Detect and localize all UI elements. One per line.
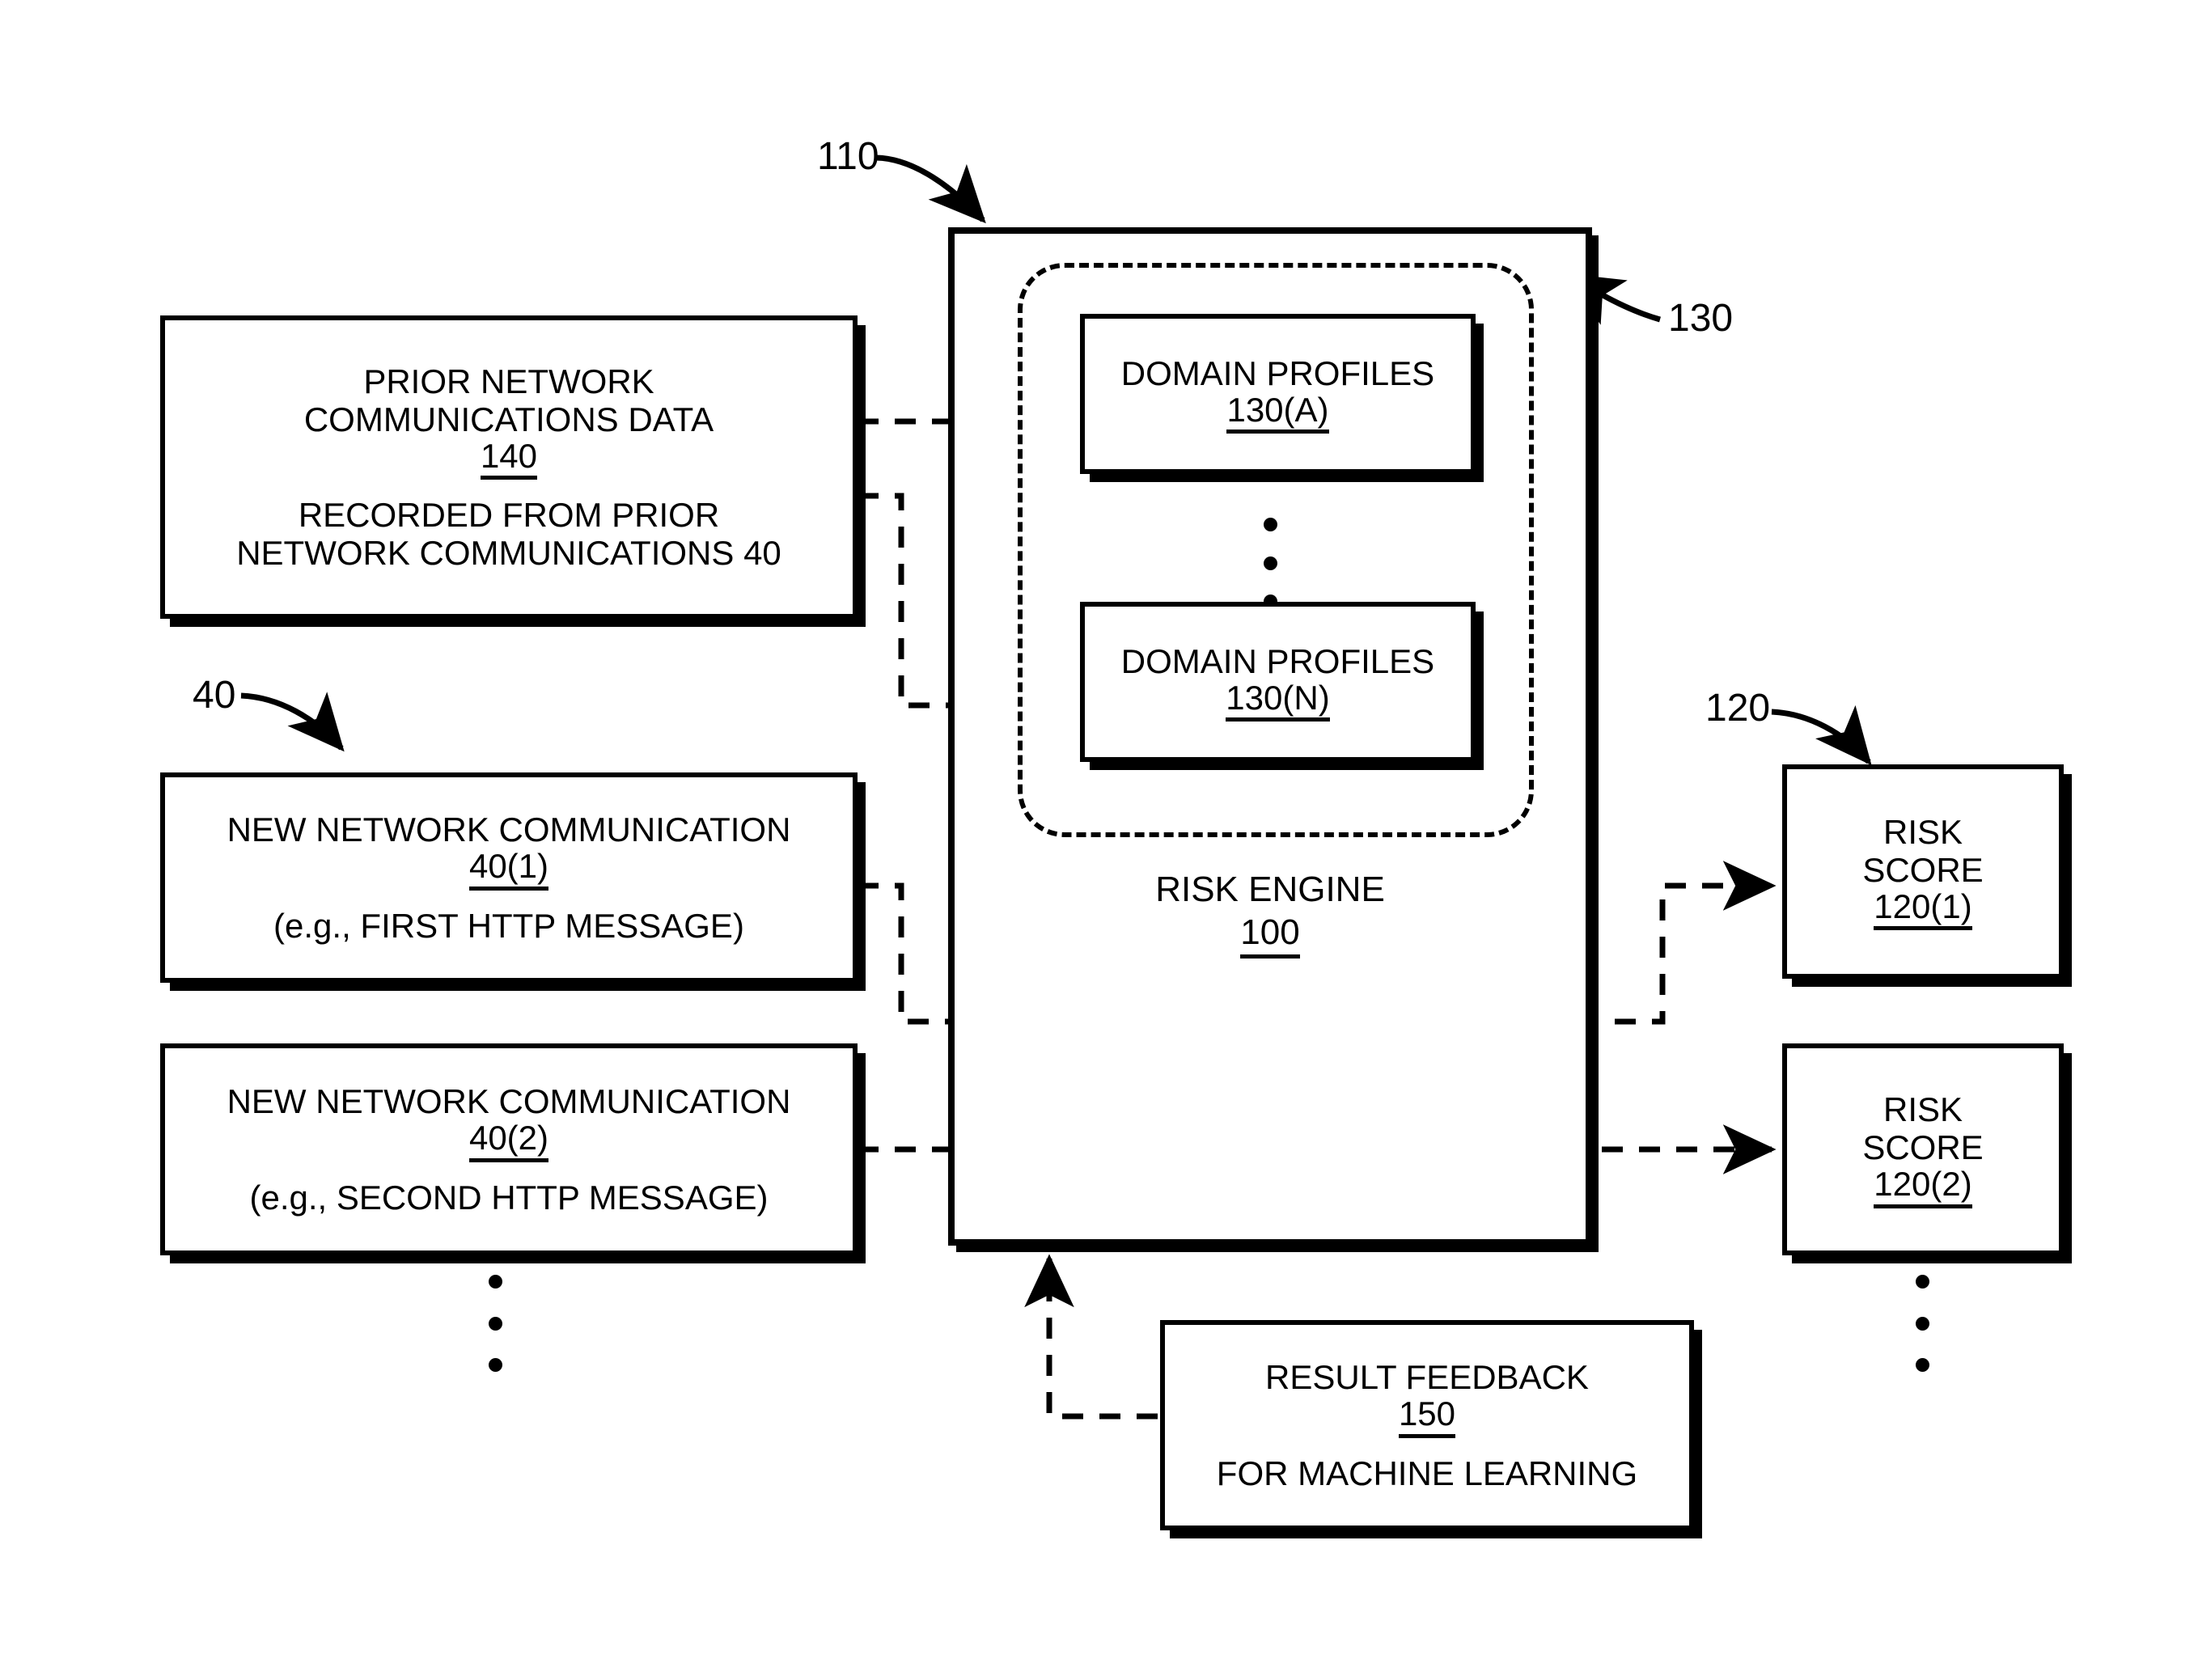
domain-profiles-a-line1: DOMAIN PROFILES: [1120, 353, 1435, 392]
dot: [489, 1275, 502, 1289]
result-feedback-box: RESULT FEEDBACK 150 FOR MACHINE LEARNING: [1160, 1320, 1694, 1530]
domain-profiles-a-ref-number: 130(A): [1226, 391, 1329, 434]
risk-score-2-line2: SCORE: [1862, 1128, 1984, 1167]
dot: [1264, 518, 1277, 531]
prior-data-line1: PRIOR NETWORK: [363, 362, 654, 400]
dot: [1916, 1358, 1929, 1372]
domain-profiles-n-box: DOMAIN PROFILES 130(N): [1080, 602, 1476, 762]
dot: [1264, 556, 1277, 570]
domain-profiles-n-ref-number: 130(N): [1226, 679, 1330, 722]
ref-numeral-130: 130: [1668, 297, 1734, 340]
risk-score-2-line1: RISK: [1882, 1090, 1963, 1129]
risk-score-1-line2: SCORE: [1862, 850, 1984, 889]
new-comm-2-ref-number: 40(2): [468, 1120, 549, 1162]
new-network-communication-2-box: NEW NETWORK COMMUNICATION 40(2) (e.g., S…: [160, 1043, 858, 1255]
risk-score-2-ref-number: 120(2): [1874, 1166, 1972, 1208]
dot: [1916, 1316, 1929, 1331]
prior-data-ref-number: 140: [480, 438, 538, 480]
risk-scores-ellipsis: [1916, 1275, 1929, 1372]
new-comm-2-line1: NEW NETWORK COMMUNICATION: [227, 1082, 791, 1121]
new-comm-1-ref-number: 40(1): [468, 848, 549, 891]
new-communications-ellipsis: [489, 1275, 502, 1372]
risk-score-1-box: RISK SCORE 120(1): [1782, 764, 2064, 979]
dot: [489, 1358, 502, 1372]
leader-110: [875, 154, 986, 224]
result-feedback-ref-number: 150: [1398, 1396, 1456, 1438]
dot: [1916, 1275, 1929, 1289]
prior-data-line3: RECORDED FROM PRIOR: [298, 496, 720, 535]
patent-figure: 110 130 40 120 PRIOR NETWORK COMMUNICATI…: [0, 0, 2198, 1680]
risk-score-1-ref-number: 120(1): [1874, 888, 1972, 931]
prior-network-communications-data-box: PRIOR NETWORK COMMUNICATIONS DATA 140 RE…: [160, 315, 858, 619]
result-feedback-line1: RESULT FEEDBACK: [1265, 1358, 1589, 1397]
risk-engine-title: RISK ENGINE: [1155, 870, 1385, 909]
domain-profiles-n-line1: DOMAIN PROFILES: [1120, 641, 1435, 680]
ref-numeral-110: 110: [817, 135, 879, 178]
new-comm-2-line2: (e.g., SECOND HTTP MESSAGE): [249, 1178, 769, 1217]
prior-data-line2: COMMUNICATIONS DATA: [303, 400, 714, 438]
leader-40: [240, 692, 345, 752]
wire-result-feedback-to-risk-engine: [1024, 1254, 1158, 1420]
domain-profiles-a-box: DOMAIN PROFILES 130(A): [1080, 314, 1476, 474]
new-network-communication-1-box: NEW NETWORK COMMUNICATION 40(1) (e.g., F…: [160, 772, 858, 983]
new-comm-1-line2: (e.g., FIRST HTTP MESSAGE): [273, 906, 744, 945]
ref-numeral-40: 40: [193, 674, 236, 717]
dot: [489, 1316, 502, 1331]
prior-data-line4: NETWORK COMMUNICATIONS 40: [236, 534, 781, 573]
risk-score-2-box: RISK SCORE 120(2): [1782, 1043, 2064, 1255]
domain-profiles-ellipsis: [1264, 518, 1277, 608]
ref-numeral-120: 120: [1705, 687, 1771, 730]
risk-engine-label: RISK ENGINE 100: [948, 870, 1592, 959]
risk-engine-ref-number: 100: [1240, 912, 1300, 959]
risk-score-1-line1: RISK: [1882, 812, 1963, 851]
leader-120: [1771, 705, 1872, 766]
result-feedback-line2: FOR MACHINE LEARNING: [1216, 1454, 1638, 1492]
new-comm-1-line1: NEW NETWORK COMMUNICATION: [227, 810, 791, 849]
